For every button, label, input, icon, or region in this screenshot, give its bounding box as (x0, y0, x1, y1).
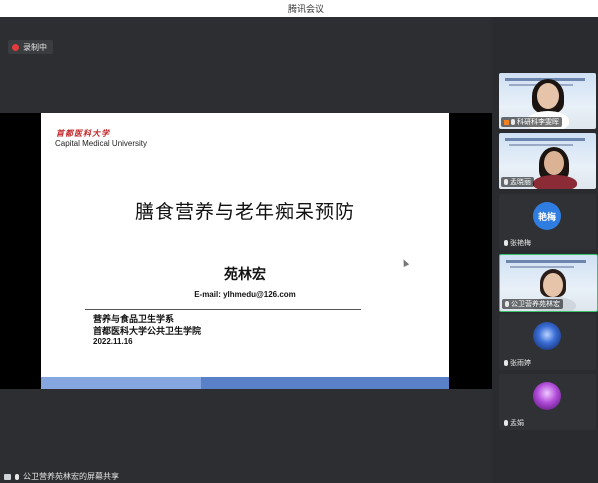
avatar (533, 322, 561, 350)
university-logo-en: Capital Medical University (55, 139, 148, 148)
participant-tile[interactable]: 艳梅 张艳梅 (499, 194, 596, 250)
mic-icon (511, 119, 515, 125)
slide-author: 苑林宏 (224, 267, 266, 283)
screen-share-status[interactable]: 公卫营养苑林宏的屏幕共享 (0, 470, 119, 483)
mic-icon (505, 301, 509, 307)
slide-title: 膳食营养与老年痴呆预防 (134, 201, 355, 223)
window-titlebar: 腾讯会议 (0, 0, 598, 17)
participant-label: 公卫营养苑林宏 (502, 299, 563, 309)
window-title: 腾讯会议 (287, 5, 324, 15)
avatar (533, 382, 561, 410)
screen-share-label: 公卫营养苑林宏的屏幕共享 (23, 472, 119, 481)
presentation-slide: 首都医科大学 Capital Medical University 膳食营养与老… (41, 113, 449, 389)
slide-email: E-mail: ylhmedu@126.com (194, 290, 296, 299)
participant-label: 张雨婷 (501, 358, 534, 368)
slide-footer-bar (41, 377, 449, 389)
participant-name: 科研科李雯晖 (517, 118, 559, 126)
participant-name: 公卫营养苑林宏 (511, 300, 560, 308)
mic-icon (504, 360, 508, 366)
participant-label: 张艳梅 (501, 238, 534, 248)
slide-date: 2022.11.16 (93, 337, 133, 346)
record-icon (12, 43, 19, 51)
mic-icon (15, 473, 19, 480)
participant-label: 孟晓丽 (501, 177, 534, 187)
screen-share-icon (4, 473, 11, 480)
participant-label: 孟娟 (501, 418, 527, 428)
participant-name: 张雨婷 (510, 359, 531, 367)
avatar: 艳梅 (533, 202, 561, 230)
participant-tile[interactable]: 科研科李雯晖 (499, 73, 596, 129)
participant-name: 孟晓丽 (510, 178, 531, 186)
slide-affiliation-school: 首都医科大学公共卫生学院 (93, 327, 202, 337)
university-logo-cn: 首都医科大学 (56, 128, 110, 138)
participant-name: 张艳梅 (510, 239, 531, 247)
recording-badge[interactable]: 录制中 (8, 40, 53, 54)
participant-name: 孟娟 (510, 419, 524, 427)
slide-divider (85, 309, 361, 310)
mic-icon (504, 420, 508, 426)
recording-label: 录制中 (23, 42, 47, 52)
mic-icon (504, 179, 508, 185)
participant-label: 科研科李雯晖 (501, 117, 562, 127)
participants-panel: 科研科李雯晖 孟晓丽 艳梅 张艳梅 公卫营养苑林宏 张雨婷 孟娟 (492, 17, 598, 483)
participant-tile[interactable]: 孟娟 (499, 374, 596, 430)
mic-icon (504, 240, 508, 246)
host-icon (504, 119, 509, 125)
participant-tile[interactable]: 孟晓丽 (499, 133, 596, 189)
participant-tile-speaking[interactable]: 公卫营养苑林宏 (499, 254, 598, 312)
participant-tile[interactable]: 张雨婷 (499, 314, 596, 370)
